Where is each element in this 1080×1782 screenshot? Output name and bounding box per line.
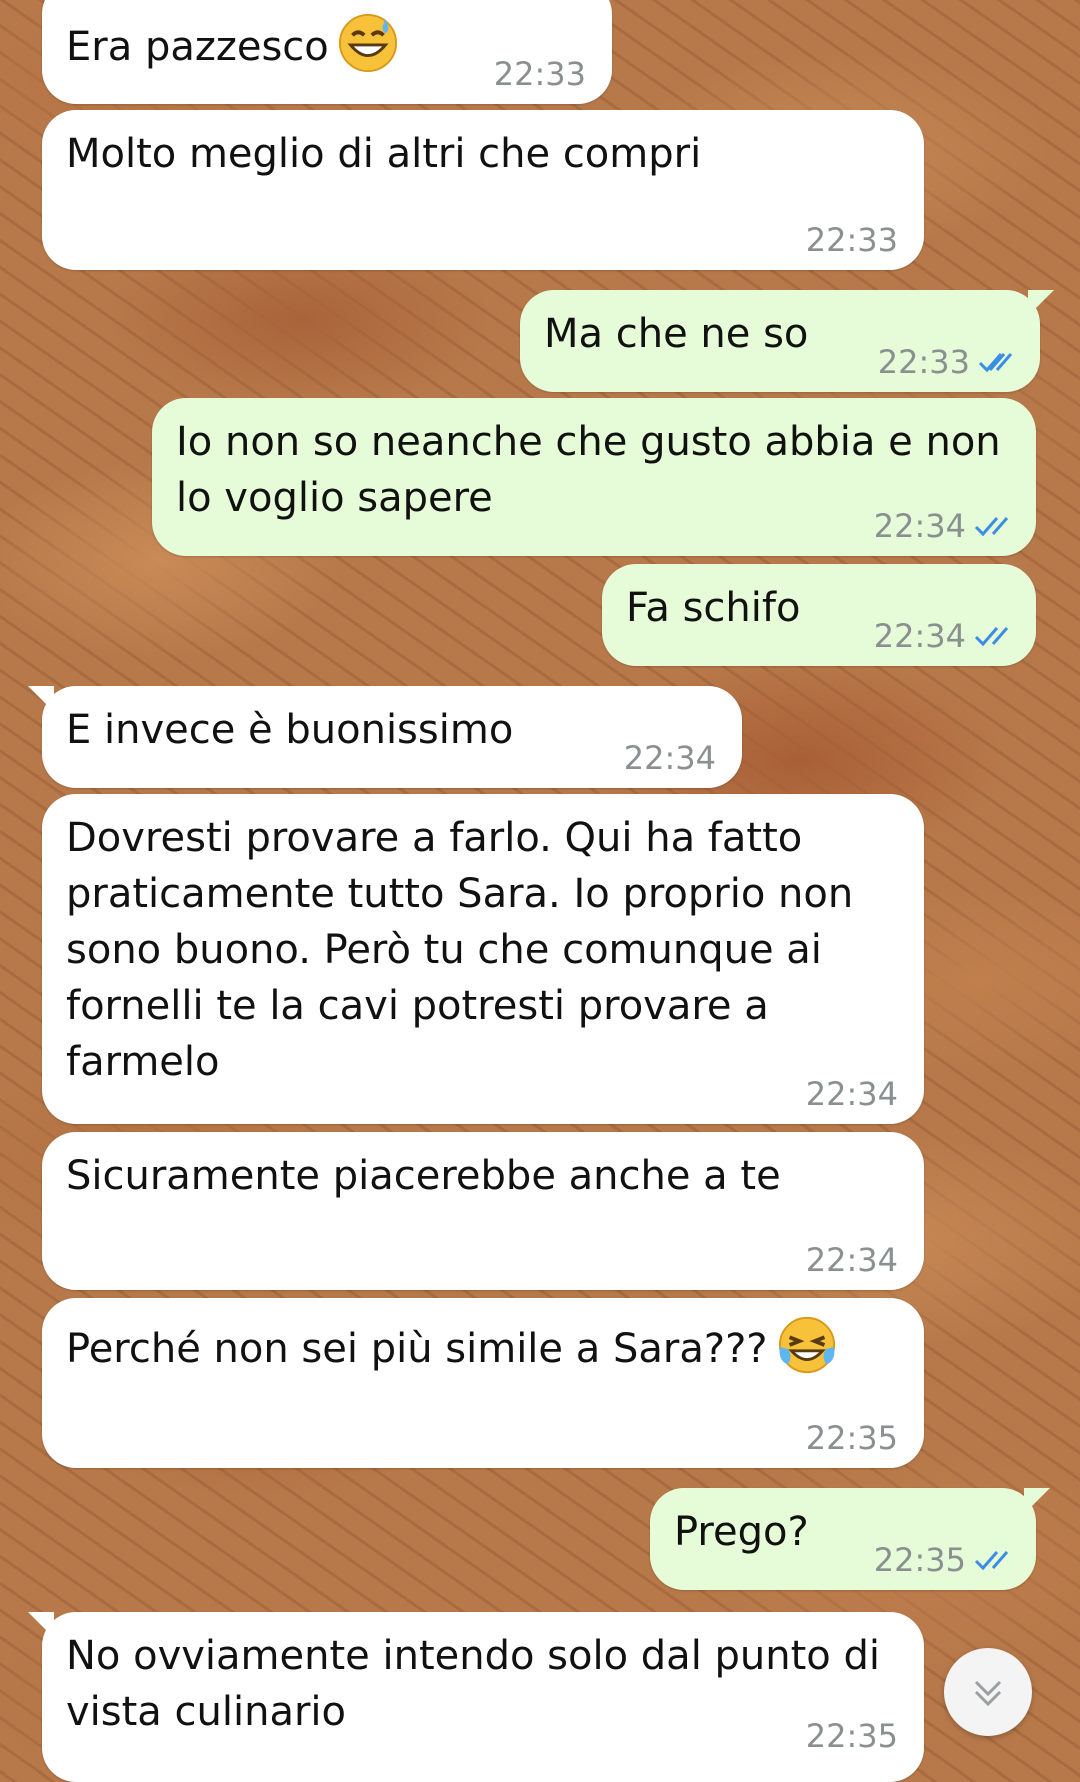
message-meta: 22:33	[878, 342, 1014, 382]
message-meta: 22:35	[806, 1418, 898, 1458]
message-bubble-outgoing[interactable]: Io non so neanche che gusto abbia e non …	[152, 398, 1036, 556]
double-check-icon	[978, 353, 1013, 373]
timestamp: 22:34	[623, 739, 716, 777]
message-text: E invece è buonissimo	[66, 707, 514, 753]
message-text: Sicuramente piacerebbe anche a te	[66, 1153, 781, 1199]
timestamp: 22:34	[805, 1075, 898, 1113]
message-bubble-incoming[interactable]: No ovviamente intendo solo dal punto di …	[28, 1612, 924, 1782]
double-check-icon	[974, 627, 1009, 647]
double-chevron-down-icon	[974, 1680, 1002, 1707]
timestamp: 22:33	[877, 343, 970, 381]
timestamp: 22:33	[805, 221, 898, 259]
message-meta: 22:34	[806, 1240, 898, 1280]
tears-of-joy-emoji-icon	[778, 1316, 835, 1374]
message-bubble-incoming[interactable]: Perché non sei più simile a Sara??? 22:3…	[42, 1298, 924, 1468]
message-bubble-incoming[interactable]: Dovresti provare a farlo. Qui ha fatto p…	[42, 794, 924, 1124]
double-check-icon	[974, 517, 1009, 537]
scroll-to-bottom-button[interactable]	[944, 1648, 1032, 1736]
message-bubble-incoming[interactable]: E invece è buonissimo 22:34	[28, 686, 742, 788]
timestamp: 22:33	[493, 55, 586, 93]
message-meta: 22:34	[874, 616, 1010, 656]
message-meta: 22:35	[806, 1716, 898, 1756]
message-bubble-incoming[interactable]: Sicuramente piacerebbe anche a te 22:34	[42, 1132, 924, 1290]
grinning-sweat-emoji-icon	[338, 13, 397, 73]
message-text: Perché non sei più simile a Sara???	[66, 1314, 902, 1377]
timestamp: 22:34	[805, 1241, 898, 1279]
double-check-icon	[974, 1551, 1009, 1571]
message-text: Dovresti provare a farlo. Qui ha fatto p…	[66, 815, 866, 1085]
message-meta: 22:35	[874, 1540, 1010, 1580]
message-bubble-incoming[interactable]: Era pazzesco 22:33	[42, 0, 612, 104]
message-bubble-outgoing[interactable]: Prego? 22:35	[650, 1488, 1050, 1590]
timestamp: 22:35	[873, 1541, 966, 1579]
message-meta: 22:33	[494, 54, 586, 94]
message-meta: 22:34	[806, 1074, 898, 1114]
message-meta: 22:34	[624, 738, 716, 778]
message-bubble-incoming[interactable]: Molto meglio di altri che compri 22:33	[42, 110, 924, 270]
timestamp: 22:35	[805, 1419, 898, 1457]
timestamp: 22:34	[873, 507, 966, 545]
message-text: Molto meglio di altri che compri	[66, 131, 702, 177]
message-meta: 22:34	[874, 506, 1010, 546]
timestamp: 22:35	[805, 1717, 898, 1755]
message-bubble-outgoing[interactable]: Fa schifo 22:34	[602, 564, 1036, 666]
message-meta: 22:33	[806, 220, 898, 260]
message-text: No ovviamente intendo solo dal punto di …	[66, 1633, 893, 1735]
timestamp: 22:34	[873, 617, 966, 655]
message-bubble-outgoing[interactable]: Ma che ne so 22:33	[520, 290, 1054, 392]
